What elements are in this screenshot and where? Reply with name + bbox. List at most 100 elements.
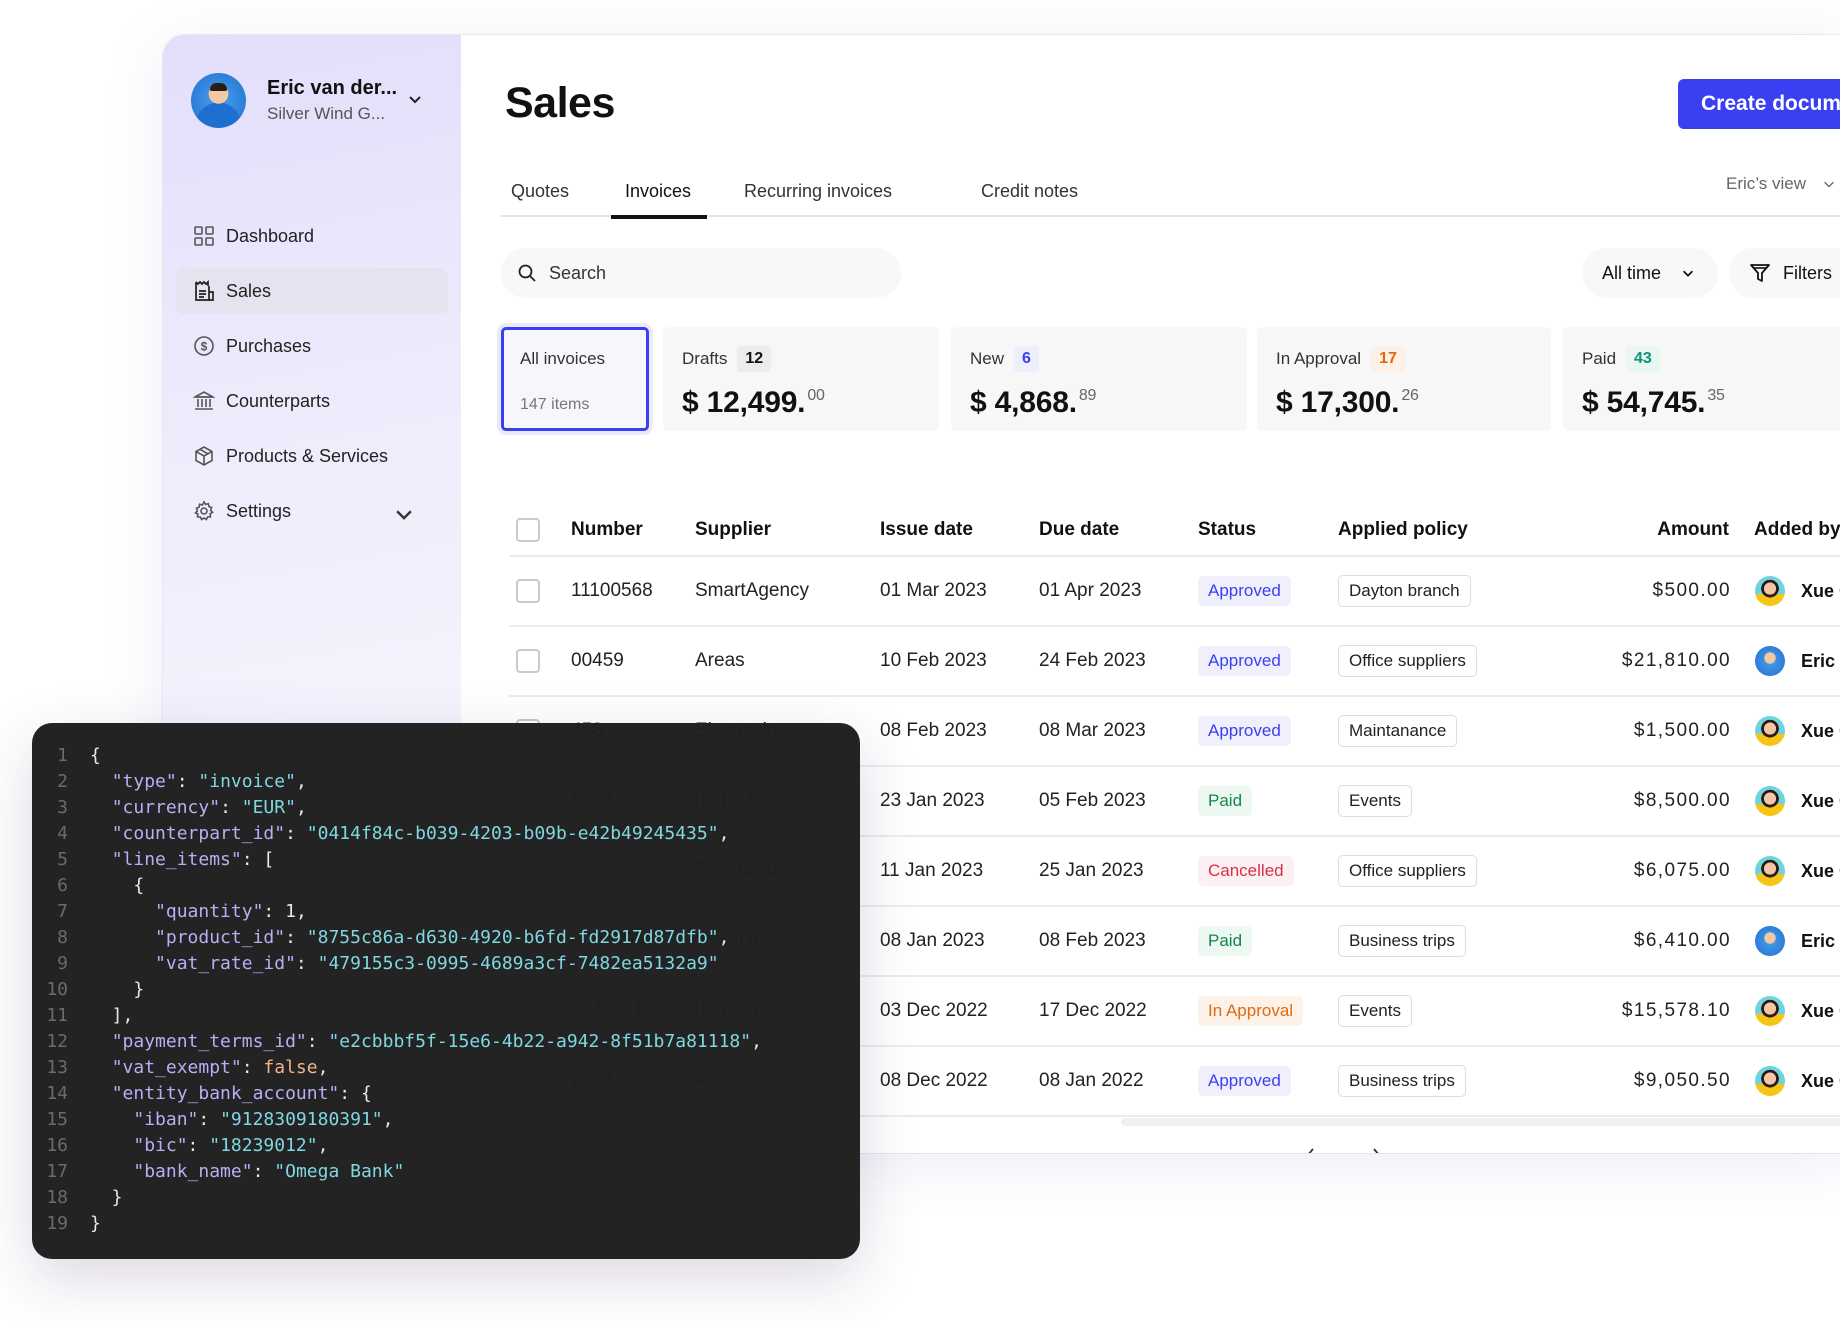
added-by-avatar xyxy=(1755,856,1785,886)
summary-card-in-approval[interactable]: In Approval 17 $ 17,300. 26 xyxy=(1257,327,1551,431)
line-number: 9 xyxy=(57,953,68,974)
sidebar-item-label: Purchases xyxy=(226,335,312,356)
sidebar-item-dashboard[interactable]: Dashboard xyxy=(176,213,448,259)
code-line: 3 "currency": "EUR", xyxy=(32,797,860,823)
dollar-circle-icon: $ xyxy=(194,336,214,356)
line-number: 10 xyxy=(46,979,68,1000)
time-range-value: All time xyxy=(1602,262,1662,283)
line-number: 6 xyxy=(57,875,68,896)
added-by-avatar xyxy=(1755,716,1785,746)
table-row[interactable]: 11100568 SmartAgency 01 Mar 2023 01 Apr 202… xyxy=(509,557,1840,627)
chevron-down-icon[interactable] xyxy=(407,91,423,107)
status-badge: Paid xyxy=(1198,926,1253,956)
sidebar-item-purchases[interactable]: $ Purchases xyxy=(176,323,448,369)
code-line: 11 ], xyxy=(32,1005,860,1031)
line-number: 19 xyxy=(46,1213,68,1234)
column-header-status[interactable]: Status xyxy=(1198,505,1256,555)
column-header-due-date[interactable]: Due date xyxy=(1039,505,1119,555)
line-number: 12 xyxy=(46,1031,68,1052)
policy-tag: Events xyxy=(1338,785,1412,817)
code-line: 16 "bic": "18239012", xyxy=(32,1135,860,1161)
tab-quotes[interactable]: Quotes xyxy=(511,171,569,217)
cell-due-date: 08 Jan 2022 xyxy=(1039,1070,1144,1091)
cell-amount: $21,810.00 xyxy=(1621,650,1731,671)
sidebar-item-label: Sales xyxy=(226,280,272,301)
card-amount: $ 12,499. 00 xyxy=(682,386,825,419)
added-by-avatar xyxy=(1755,646,1785,676)
user-profile-switcher[interactable]: Eric van der... Silver Wind G... xyxy=(191,73,397,128)
user-name: Eric van der... xyxy=(267,77,398,99)
card-label: All invoices xyxy=(520,349,606,368)
dashboard-grid-icon xyxy=(194,226,214,246)
create-document-button[interactable]: Create document xyxy=(1678,79,1840,129)
column-header-supplier[interactable]: Supplier xyxy=(695,505,771,555)
sidebar-item-settings[interactable]: Settings xyxy=(176,488,448,534)
policy-tag: Maintanance xyxy=(1338,715,1458,747)
previous-page-icon[interactable] xyxy=(1299,1143,1323,1153)
search-input[interactable] xyxy=(549,262,849,284)
filters-button[interactable]: Filters xyxy=(1729,248,1840,298)
search-field[interactable] xyxy=(501,248,901,298)
count-badge: 17 xyxy=(1371,346,1405,372)
view-selector-value: Eric’s view xyxy=(1726,174,1806,193)
tab-invoices[interactable]: Invoices xyxy=(610,171,708,219)
summary-card-all-invoices[interactable]: All invoices 147 items xyxy=(501,327,649,431)
added-by-name: Xue Cheng xyxy=(1801,790,1840,811)
tab-credit-notes[interactable]: Credit notes xyxy=(981,171,1078,217)
added-by-name: Xue Cheng xyxy=(1801,580,1840,601)
code-line: 18 } xyxy=(32,1187,860,1213)
code-line: 1{ xyxy=(32,745,860,771)
horizontal-scrollbar[interactable] xyxy=(1121,1118,1840,1126)
cell-issue-date: 23 Jan 2023 xyxy=(880,790,985,811)
status-badge: Approved xyxy=(1198,646,1291,676)
policy-tag: Business trips xyxy=(1338,1065,1466,1097)
sidebar-item-counterparts[interactable]: Counterparts xyxy=(176,378,448,424)
time-range-dropdown[interactable]: All time xyxy=(1582,248,1718,298)
summary-card-drafts[interactable]: Drafts 12 $ 12,499. 00 xyxy=(663,327,939,431)
sidebar-item-sales[interactable]: Sales xyxy=(176,268,448,314)
column-header-number[interactable]: Number xyxy=(571,505,643,555)
code-line: 5 "line_items": [ xyxy=(32,849,860,875)
line-number: 2 xyxy=(57,771,68,792)
cell-amount: $1,500.00 xyxy=(1633,720,1731,741)
added-by-name: Xue Cheng xyxy=(1801,1070,1840,1091)
box-icon xyxy=(195,446,213,466)
added-by-name: Xue Cheng xyxy=(1801,720,1840,741)
cell-issue-date: 01 Mar 2023 xyxy=(880,580,987,601)
summary-card-paid[interactable]: Paid 43 $ 54,745. 35 xyxy=(1563,327,1840,431)
cell-issue-date: 08 Feb 2023 xyxy=(880,720,987,741)
column-header-amount[interactable]: Amount xyxy=(1589,505,1729,555)
column-header-applied-policy[interactable]: Applied policy xyxy=(1338,505,1468,555)
view-selector[interactable]: Eric’s view xyxy=(1726,174,1836,194)
sidebar-item-label: Settings xyxy=(226,500,292,521)
status-badge: Cancelled xyxy=(1198,856,1294,886)
cell-amount: $6,075.00 xyxy=(1633,860,1731,881)
policy-tag: Dayton branch xyxy=(1338,575,1471,607)
user-avatar xyxy=(191,73,246,128)
row-checkbox[interactable] xyxy=(516,649,540,673)
select-all-checkbox[interactable] xyxy=(516,518,540,542)
next-page-icon[interactable] xyxy=(1364,1143,1388,1153)
code-line: 8 "product_id": "8755c86a-d630-4920-b6fd… xyxy=(32,927,860,953)
row-checkbox[interactable] xyxy=(516,579,540,603)
line-number: 16 xyxy=(46,1135,68,1156)
summary-card-new[interactable]: New 6 $ 4,868. 89 xyxy=(951,327,1247,431)
code-line: 17 "bank_name": "Omega Bank" xyxy=(32,1161,860,1187)
count-badge: 6 xyxy=(1014,346,1039,372)
sidebar-nav: Dashboard Sales $ Purchases Counterparts… xyxy=(176,213,448,543)
line-number: 8 xyxy=(57,927,68,948)
receipt-icon xyxy=(195,280,214,301)
code-line: 6 { xyxy=(32,875,860,901)
column-header-issue-date[interactable]: Issue date xyxy=(880,505,973,555)
cell-number: 00459 xyxy=(571,650,624,671)
code-line: 4 "counterpart_id": "0414f84c-b039-4203-… xyxy=(32,823,860,849)
column-header-added-by[interactable]: Added by xyxy=(1754,505,1840,555)
sidebar-item-products-services[interactable]: Products & Services xyxy=(176,433,448,479)
cell-amount: $8,500.00 xyxy=(1633,790,1731,811)
table-row[interactable]: 00459 Areas 10 Feb 2023 24 Feb 2023 Approved… xyxy=(509,627,1840,697)
added-by-avatar xyxy=(1755,926,1785,956)
tab-recurring-invoices[interactable]: Recurring invoices xyxy=(744,171,892,217)
line-number: 14 xyxy=(46,1083,68,1104)
status-badge: In Approval xyxy=(1198,996,1304,1026)
code-snippet-panel: 1{2 "type": "invoice", 3 "currency": "EUR… xyxy=(32,723,860,1259)
